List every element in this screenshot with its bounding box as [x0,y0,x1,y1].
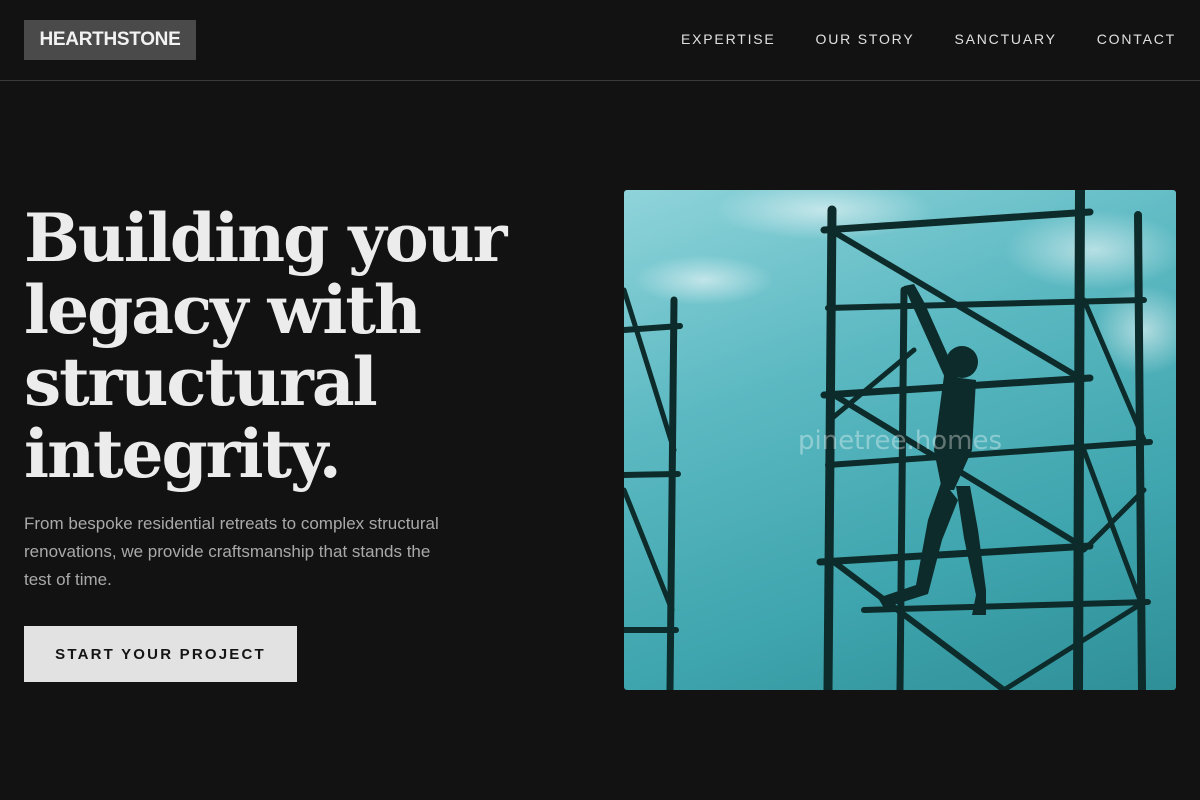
nav-link-contact[interactable]: CONTACT [1097,30,1176,48]
main-nav: EXPERTISE OUR STORY SANCTUARY CONTACT [681,30,1176,48]
nav-link-expertise[interactable]: EXPERTISE [681,30,776,48]
logo[interactable]: HEARTHSTONE [24,20,196,60]
hero-title: Building your legacy with structural int… [24,199,507,493]
image-watermark: pinetree.homes [797,426,1003,456]
nav-link-sanctuary[interactable]: SANCTUARY [954,30,1056,48]
start-project-button[interactable]: START YOUR PROJECT [24,626,297,682]
hero-image: pinetree.homes [624,190,1176,690]
site-header: HEARTHSTONE EXPERTISE OUR STORY SANCTUAR… [0,0,1200,81]
hero-subtitle: From bespoke residential retreats to com… [24,514,439,589]
nav-link-our-story[interactable]: OUR STORY [816,30,915,48]
